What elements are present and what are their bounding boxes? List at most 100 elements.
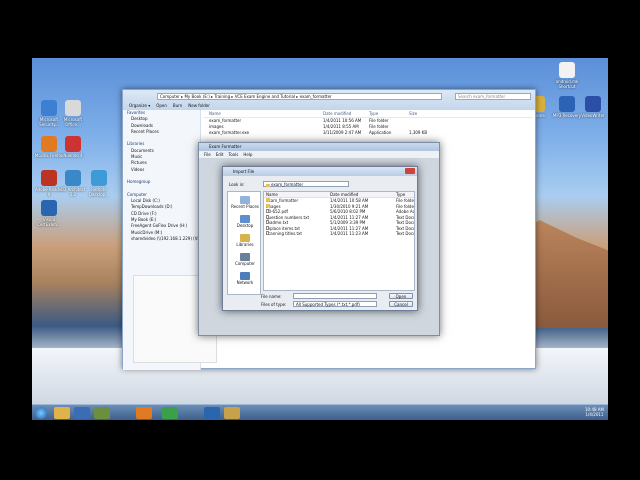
breadcrumb-item[interactable]: Training — [214, 94, 230, 99]
desktop-icon-image — [41, 100, 57, 116]
folder-icon — [266, 203, 270, 207]
desktop-icon[interactable]: VideoWriter — [578, 96, 608, 118]
column-header[interactable]: Name — [209, 110, 221, 118]
file-name: scanning titles.txt — [266, 231, 302, 237]
desktop-icon[interactable]: Remote Desktop... — [84, 170, 114, 197]
file-icon — [266, 220, 269, 224]
import-file-dialog: Import File Look in: exam_formatter Rece… — [222, 166, 418, 311]
menu-item[interactable]: Help — [243, 152, 252, 157]
cancel-button[interactable]: Cancel — [389, 301, 413, 307]
desktop-icon[interactable]: Nuendo 4 — [58, 136, 88, 158]
taskbar-exam-icon[interactable] — [204, 407, 220, 419]
place-network[interactable]: Network — [228, 272, 262, 285]
close-icon[interactable] — [405, 168, 415, 174]
search-input[interactable]: Search exam_formatter — [455, 93, 531, 100]
desktop-icon-label: android.mk Shortcut — [555, 79, 579, 89]
clock-date: 1/4/2011 — [585, 412, 604, 417]
taskbar: 10:48 AM 1/4/2011 — [32, 404, 608, 420]
toolbar-button[interactable]: Organize ▾ — [129, 103, 150, 108]
file-type: Text Docu — [396, 231, 415, 236]
nav-item[interactable]: sharedvideo (\\192.168.1.229) (V:) — [123, 236, 200, 242]
dialog-title: Import File — [233, 169, 255, 174]
place-label: Desktop — [236, 223, 254, 228]
desktop-icon[interactable]: Visual CertExam... — [34, 200, 64, 227]
toolbar-button[interactable]: New folder — [188, 103, 210, 108]
column-header[interactable]: Size — [409, 110, 417, 118]
file-icon — [266, 209, 269, 213]
taskbar-app-icon[interactable] — [94, 407, 110, 419]
taskbar-folder-icon[interactable] — [224, 407, 240, 419]
place-computer[interactable]: Computer — [228, 253, 262, 266]
toolbar-button[interactable]: Open — [156, 103, 167, 108]
start-button[interactable] — [35, 407, 47, 419]
place-icon — [240, 196, 250, 204]
file-list: Name Date modified Type Size exam_formatter 1… — [203, 110, 533, 136]
place-icon — [240, 272, 250, 280]
menu-item[interactable]: Tools — [228, 152, 238, 157]
breadcrumb-item[interactable]: My Book (E:) — [184, 94, 209, 99]
desktop-icon-label: Microsoft Office... — [63, 117, 83, 127]
desktop-icon-image — [41, 136, 57, 152]
taskbar-green-icon[interactable] — [162, 407, 178, 419]
file-name-text: exam_formatter — [266, 198, 299, 203]
taskbar-media-icon[interactable] — [74, 407, 90, 419]
desktop-icon-image — [65, 100, 81, 116]
look-in-label: Look in: — [229, 182, 245, 187]
open-button[interactable]: Open — [389, 293, 413, 299]
clock[interactable]: 10:48 AM 1/4/2011 — [585, 407, 604, 417]
file-name-text: replace items.txt — [266, 225, 300, 231]
desktop-icon-image — [559, 96, 575, 112]
dialog-title-bar: Import File — [223, 167, 417, 176]
app-menu-bar: File Edit Tools Help — [199, 151, 439, 158]
file-name-input[interactable] — [293, 293, 377, 299]
desktop-icon[interactable]: Microsoft Office... — [58, 100, 88, 127]
file-date: 3/11/2009 2:47 AM — [323, 130, 362, 135]
menu-item[interactable]: File — [204, 152, 211, 157]
place-label: Computer — [235, 261, 255, 266]
desktop-icon-label: Remote Desktop... — [88, 187, 110, 197]
desktop-icon-label: VideoWriter — [581, 113, 605, 118]
place-icon — [240, 215, 250, 223]
desktop-icon[interactable]: android.mk Shortcut — [552, 62, 582, 89]
dialog-file-row[interactable]: scanning titles.txt 1/4/2011 11:23 AM Text… — [264, 231, 414, 237]
file-icon — [266, 225, 269, 230]
desktop-icon-label: Nuendo 4 — [63, 153, 83, 158]
breadcrumb-item[interactable]: exam_formatter — [300, 94, 332, 99]
file-name-text: question numbers.txt — [266, 214, 310, 220]
file-list-header: Name Date modified Type Size — [203, 110, 533, 118]
breadcrumb-item[interactable]: Computer — [160, 94, 180, 99]
desktop-icon-image — [41, 200, 57, 216]
folder-icon — [266, 198, 270, 201]
place-icon — [240, 234, 250, 242]
toolbar-button[interactable]: Burn — [173, 103, 182, 108]
place-recent-places[interactable]: Recent Places — [228, 196, 262, 209]
taskbar-firefox-icon[interactable] — [136, 407, 152, 419]
file-name-text: scanning titles.txt — [266, 231, 302, 236]
desktop-icon-label: Visual CertExam... — [37, 217, 61, 227]
column-header[interactable]: Type — [369, 110, 378, 118]
explorer-chrome: Computer ▸ My Book (E:) ▸ Training ▸ VCE… — [123, 90, 535, 110]
breadcrumb-item[interactable]: VCE Exam Engine and Tutorial — [235, 94, 295, 99]
app-title: Exam Formatter — [199, 143, 439, 151]
file-date: 1/4/2011 11:23 AM — [330, 231, 369, 236]
place-label: Recent Places — [231, 204, 259, 209]
place-label: Network — [236, 280, 254, 285]
place-desktop[interactable]: Desktop — [228, 215, 262, 228]
taskbar-explorer-icon[interactable] — [54, 407, 70, 419]
file-name: exam_formatter.exe — [209, 130, 250, 135]
desktop-icon-image — [41, 170, 57, 186]
place-icon — [240, 253, 250, 261]
address-bar[interactable]: Computer ▸ My Book (E:) ▸ Training ▸ VCE… — [157, 93, 442, 100]
file-icon — [266, 214, 269, 219]
dialog-file-list: Name Date modified Type exam_formatter 1/4/2… — [263, 191, 415, 291]
desktop-icon-image — [585, 96, 601, 112]
file-type-select[interactable]: All Supported Types (*.txt,*.pdf) — [293, 301, 377, 307]
file-row[interactable]: exam_formatter.exe 3/11/2009 2:47 AM Appli… — [203, 130, 533, 136]
explorer-toolbar: Organize ▾ Open Burn New folder — [123, 101, 535, 110]
file-name-text: readme.txt — [266, 220, 289, 225]
menu-item[interactable]: Edit — [216, 152, 224, 157]
look-in-combo[interactable]: exam_formatter — [263, 181, 349, 187]
file-icon — [266, 231, 269, 235]
place-libraries[interactable]: Libraries — [228, 234, 262, 247]
column-header[interactable]: Date modified — [323, 110, 351, 118]
